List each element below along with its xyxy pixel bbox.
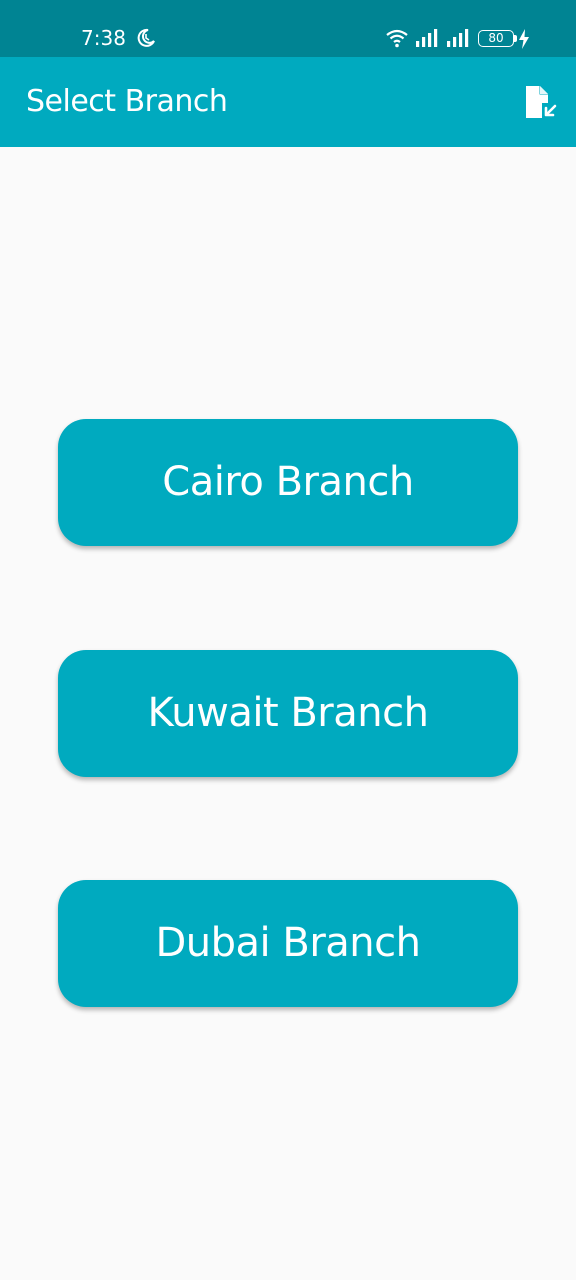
- status-time: 7:38: [81, 26, 126, 50]
- dubai-branch-button[interactable]: Dubai Branch: [58, 880, 518, 1007]
- branch-list: Cairo Branch Kuwait Branch Dubai Branch: [0, 147, 576, 1280]
- charging-bolt-icon: [519, 29, 529, 49]
- file-import-icon: [526, 86, 557, 118]
- kuwait-branch-button[interactable]: Kuwait Branch: [58, 650, 518, 777]
- cairo-branch-button[interactable]: Cairo Branch: [58, 419, 518, 546]
- file-import-button[interactable]: [520, 83, 560, 123]
- battery-icon: 80: [478, 30, 514, 47]
- signal-icon: [416, 29, 438, 47]
- signal-icon: [447, 29, 469, 47]
- page-title: Select Branch: [26, 84, 228, 119]
- moon-icon: [137, 28, 155, 47]
- wifi-icon: [386, 29, 408, 48]
- battery-tip: [514, 35, 517, 42]
- status-bar: 7:38 80: [0, 0, 576, 57]
- app-bar: Select Branch: [0, 57, 576, 147]
